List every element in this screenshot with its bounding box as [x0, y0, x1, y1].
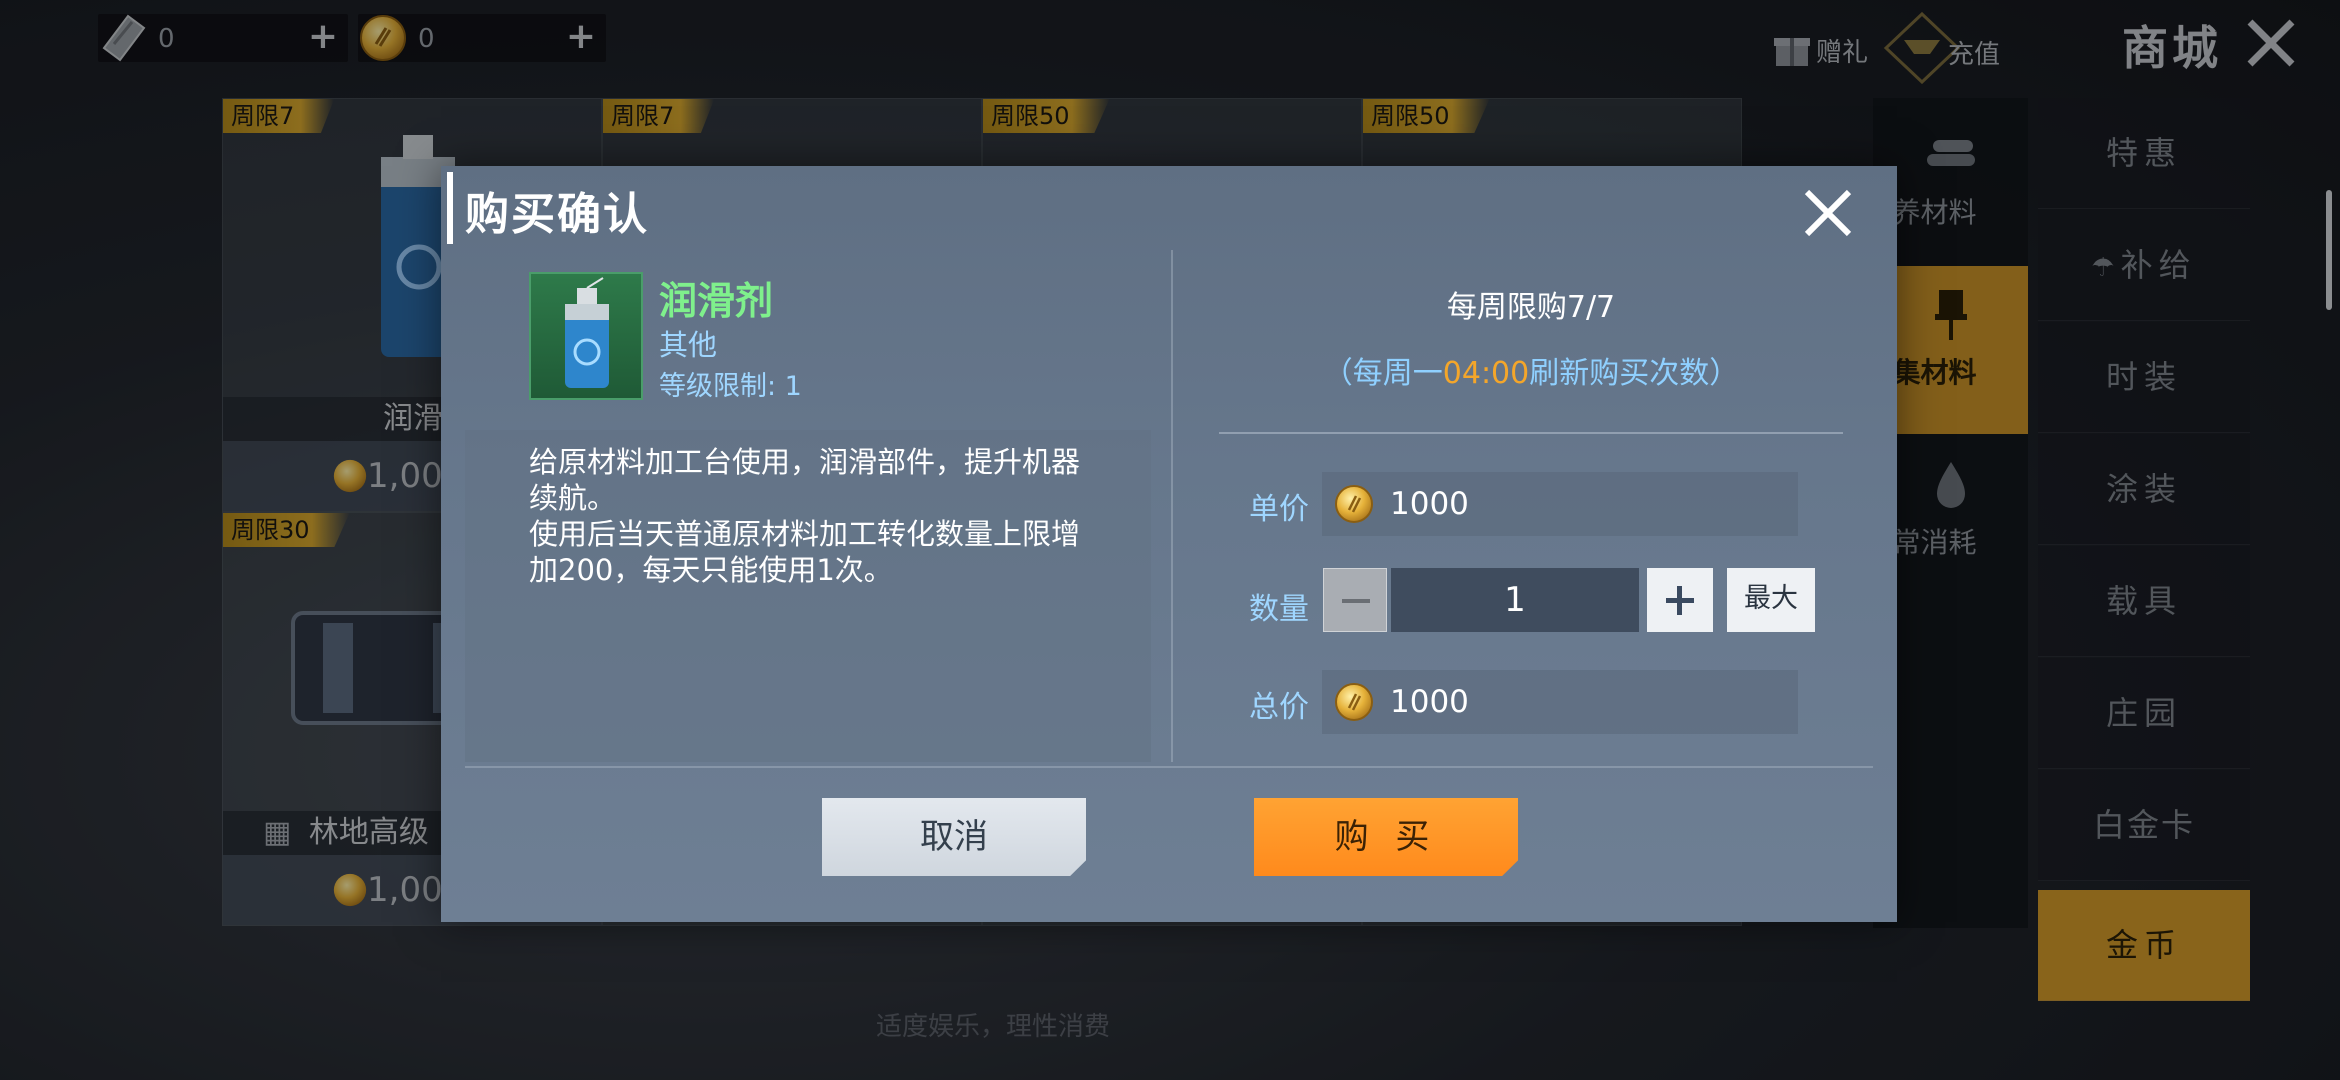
item-level-limit: 等级限制: 1	[659, 371, 802, 402]
item-type: 其他	[659, 328, 718, 362]
shop-screen: 0 + 0 + 赠礼 充值 商城 周限7 润滑剂 1,000 周限7 周限50 …	[0, 0, 2340, 1080]
horizontal-divider	[1219, 432, 1843, 434]
spray-can-image	[565, 277, 609, 388]
refresh-time: 04:00	[1442, 356, 1530, 391]
purchase-confirm-dialog: 购买确认 润滑剂 其他 等级限制: 1 给原材料加工台使用，润滑部件，提升机器续…	[441, 166, 1897, 922]
refresh-prefix: （每周一	[1322, 356, 1443, 391]
cancel-button[interactable]: 取消	[822, 798, 1086, 876]
item-description: 给原材料加工台使用，润滑部件，提升机器续航。 使用后当天普通原材料加工转化数量上…	[529, 445, 1081, 587]
unit-price-label: 单价	[1249, 492, 1309, 527]
unit-price-field: 1000	[1322, 472, 1798, 536]
close-icon[interactable]	[1801, 186, 1855, 240]
unit-price-value: 1000	[1390, 486, 1469, 522]
item-name: 润滑剂	[659, 279, 774, 323]
gold-coin-icon	[1335, 683, 1373, 721]
weekly-limit: 每周限购7/7	[1446, 290, 1616, 325]
title-accent-bar	[447, 172, 453, 244]
quantity-input[interactable]: 1	[1391, 568, 1639, 632]
item-thumbnail	[529, 272, 643, 400]
buy-button[interactable]: 购 买	[1254, 798, 1518, 876]
quantity-label: 数量	[1249, 592, 1309, 627]
dialog-title: 购买确认	[465, 189, 649, 240]
total-price-value: 1000	[1390, 684, 1469, 720]
vertical-divider	[1171, 250, 1173, 762]
total-price-field: 1000	[1322, 670, 1798, 734]
refresh-info: （每周一04:00刷新购买次数）	[1219, 348, 1843, 392]
total-price-label: 总价	[1249, 690, 1309, 725]
gold-coin-icon	[1335, 485, 1373, 523]
quantity-decrease-button[interactable]	[1323, 568, 1387, 632]
refresh-suffix: 刷新购买次数）	[1529, 356, 1740, 391]
quantity-increase-button[interactable]	[1647, 568, 1713, 632]
bottom-divider	[465, 766, 1873, 768]
quantity-max-button[interactable]: 最大	[1727, 568, 1815, 632]
